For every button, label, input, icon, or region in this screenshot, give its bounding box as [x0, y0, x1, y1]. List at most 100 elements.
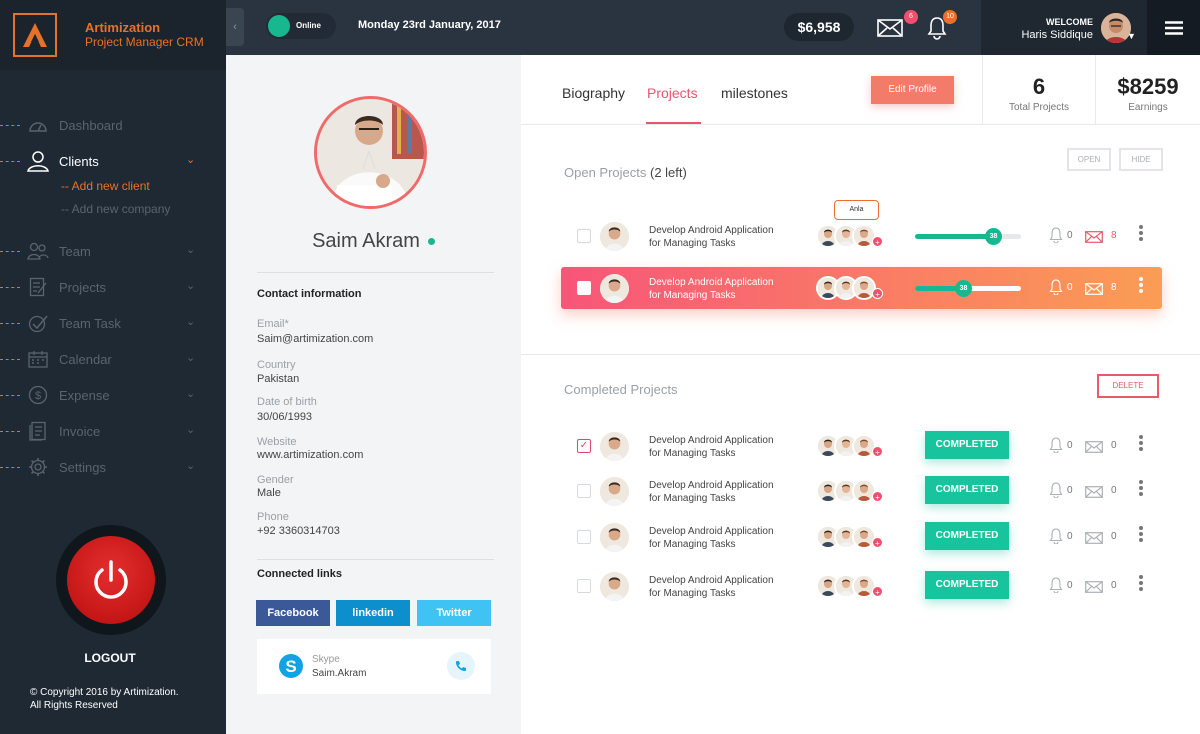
project-row[interactable]: Develop Android Application for Managing …: [561, 215, 1162, 257]
edit-profile-button[interactable]: Edit Profile: [871, 76, 954, 104]
add-member-icon[interactable]: +: [872, 446, 883, 457]
bell-badge: 10: [943, 10, 957, 24]
row-checkbox[interactable]: [577, 484, 591, 498]
copyright-line: All Rights Reserved: [30, 700, 118, 711]
open-button[interactable]: OPEN: [1067, 148, 1111, 171]
sidebar-item-team-task[interactable]: Team Task ⌄: [0, 311, 226, 335]
skype-handle: Saim.Akram: [312, 668, 367, 679]
subitem-add-client[interactable]: -- Add new client: [61, 179, 150, 193]
delete-button[interactable]: DELETE: [1097, 374, 1159, 398]
more-options-icon[interactable]: [1139, 225, 1143, 241]
team-avatars[interactable]: +: [816, 276, 891, 300]
sidebar-item-calendar[interactable]: Calendar ⌄: [0, 347, 226, 371]
brand-logo[interactable]: [13, 13, 57, 57]
project-row[interactable]: Develop Android Application for Managing …: [561, 516, 1162, 558]
project-row[interactable]: ✓ Develop Android Application for Managing…: [561, 425, 1162, 467]
logout-label[interactable]: LOGOUT: [0, 651, 220, 665]
sidebar-item-dashboard[interactable]: Dashboard: [0, 113, 226, 137]
calendar-icon: [27, 348, 49, 370]
stat-total-projects: 6 Total Projects: [982, 55, 1095, 125]
bell-icon[interactable]: [1049, 437, 1063, 454]
hamburger-menu-button[interactable]: [1147, 0, 1200, 55]
more-options-icon[interactable]: [1139, 480, 1143, 496]
field-label: Email*: [257, 318, 289, 330]
team-avatars[interactable]: +: [816, 224, 891, 248]
user-menu[interactable]: WELCOME Haris Siddique ▼: [981, 0, 1147, 55]
project-title: Develop Android Application for Managing …: [649, 525, 799, 551]
links-heading: Connected links: [257, 568, 342, 580]
bell-icon[interactable]: [1049, 577, 1063, 594]
sidebar-item-invoice[interactable]: Invoice ⌄: [0, 419, 226, 443]
row-checkbox[interactable]: [577, 281, 591, 295]
hide-button[interactable]: HIDE: [1119, 148, 1163, 171]
bell-icon[interactable]: [1049, 227, 1063, 244]
notification-count: 0: [1067, 485, 1073, 496]
linkedin-button[interactable]: linkedin: [336, 600, 410, 626]
more-options-icon[interactable]: [1139, 575, 1143, 591]
tab-projects[interactable]: Projects: [647, 85, 698, 101]
add-member-icon[interactable]: +: [872, 491, 883, 502]
message-count: 8: [1111, 282, 1117, 293]
row-checkbox[interactable]: ✓: [577, 439, 591, 453]
power-icon: [67, 536, 155, 624]
main-content: Biography Projects milestones Edit Profi…: [521, 55, 1200, 734]
team-avatars[interactable]: +: [816, 574, 891, 598]
sidebar-collapse-button[interactable]: ‹: [226, 8, 244, 46]
twitter-button[interactable]: Twitter: [417, 600, 491, 626]
chevron-down-icon: ⌄: [186, 460, 196, 472]
mail-icon[interactable]: [1085, 282, 1103, 295]
tab-milestones[interactable]: milestones: [721, 85, 788, 101]
field-value-email: Saim@artimization.com: [257, 333, 374, 345]
sidebar-item-projects[interactable]: Projects ⌄: [0, 275, 226, 299]
sidebar-item-team[interactable]: Team ⌄: [0, 239, 226, 263]
add-member-icon[interactable]: +: [872, 537, 883, 548]
stat-label: Total Projects: [1008, 102, 1070, 113]
bell-icon[interactable]: [1049, 279, 1063, 296]
row-checkbox[interactable]: [577, 579, 591, 593]
tab-biography[interactable]: Biography: [562, 85, 625, 101]
project-row[interactable]: Develop Android Application for Managing …: [561, 565, 1162, 607]
status-badge: COMPLETED: [925, 522, 1009, 550]
chevron-down-icon: ⌄: [186, 352, 196, 364]
add-member-icon[interactable]: +: [872, 586, 883, 597]
subitem-add-company[interactable]: -- Add new company: [61, 202, 170, 216]
mail-icon[interactable]: [1085, 580, 1103, 593]
progress-knob[interactable]: 38: [955, 280, 972, 297]
facebook-button[interactable]: Facebook: [256, 600, 330, 626]
add-member-icon[interactable]: +: [872, 236, 883, 247]
sidebar-item-clients[interactable]: Clients ⌄: [0, 149, 226, 173]
team-avatars[interactable]: +: [816, 525, 891, 549]
brand-subtitle: Project Manager CRM: [85, 35, 204, 49]
skype-label: Skype: [312, 654, 340, 665]
chevron-down-icon: ⌄: [186, 244, 196, 256]
more-options-icon[interactable]: [1139, 277, 1143, 293]
mail-icon[interactable]: [1085, 531, 1103, 544]
project-row[interactable]: Develop Android Application for Managing …: [561, 267, 1162, 309]
call-button[interactable]: [447, 652, 475, 680]
team-avatars[interactable]: +: [816, 434, 891, 458]
more-options-icon[interactable]: [1139, 435, 1143, 451]
sidebar-item-settings[interactable]: Settings ⌄: [0, 455, 226, 479]
profile-name-text: Saim Akram: [312, 230, 420, 252]
user-name: Haris Siddique: [1021, 29, 1093, 41]
divider: [257, 559, 494, 560]
progress-knob[interactable]: 38: [985, 228, 1002, 245]
dashboard-icon: [27, 114, 49, 136]
bell-icon[interactable]: [1049, 528, 1063, 545]
row-checkbox[interactable]: [577, 229, 591, 243]
add-member-icon[interactable]: +: [872, 288, 883, 299]
more-options-icon[interactable]: [1139, 526, 1143, 542]
mail-icon[interactable]: [1085, 440, 1103, 453]
logout-button[interactable]: [56, 525, 166, 635]
project-row[interactable]: Develop Android Application for Managing …: [561, 470, 1162, 512]
team-avatars[interactable]: +: [816, 479, 891, 503]
mail-icon[interactable]: [1085, 485, 1103, 498]
mail-icon[interactable]: [1085, 230, 1103, 243]
brand-name: Artimization: [85, 20, 161, 35]
phone-icon: [456, 661, 466, 671]
mail-icon[interactable]: [877, 19, 903, 42]
bell-icon[interactable]: [1049, 482, 1063, 499]
online-toggle[interactable]: Online: [266, 13, 336, 39]
sidebar-item-expense[interactable]: $ Expense ⌄: [0, 383, 226, 407]
row-checkbox[interactable]: [577, 530, 591, 544]
